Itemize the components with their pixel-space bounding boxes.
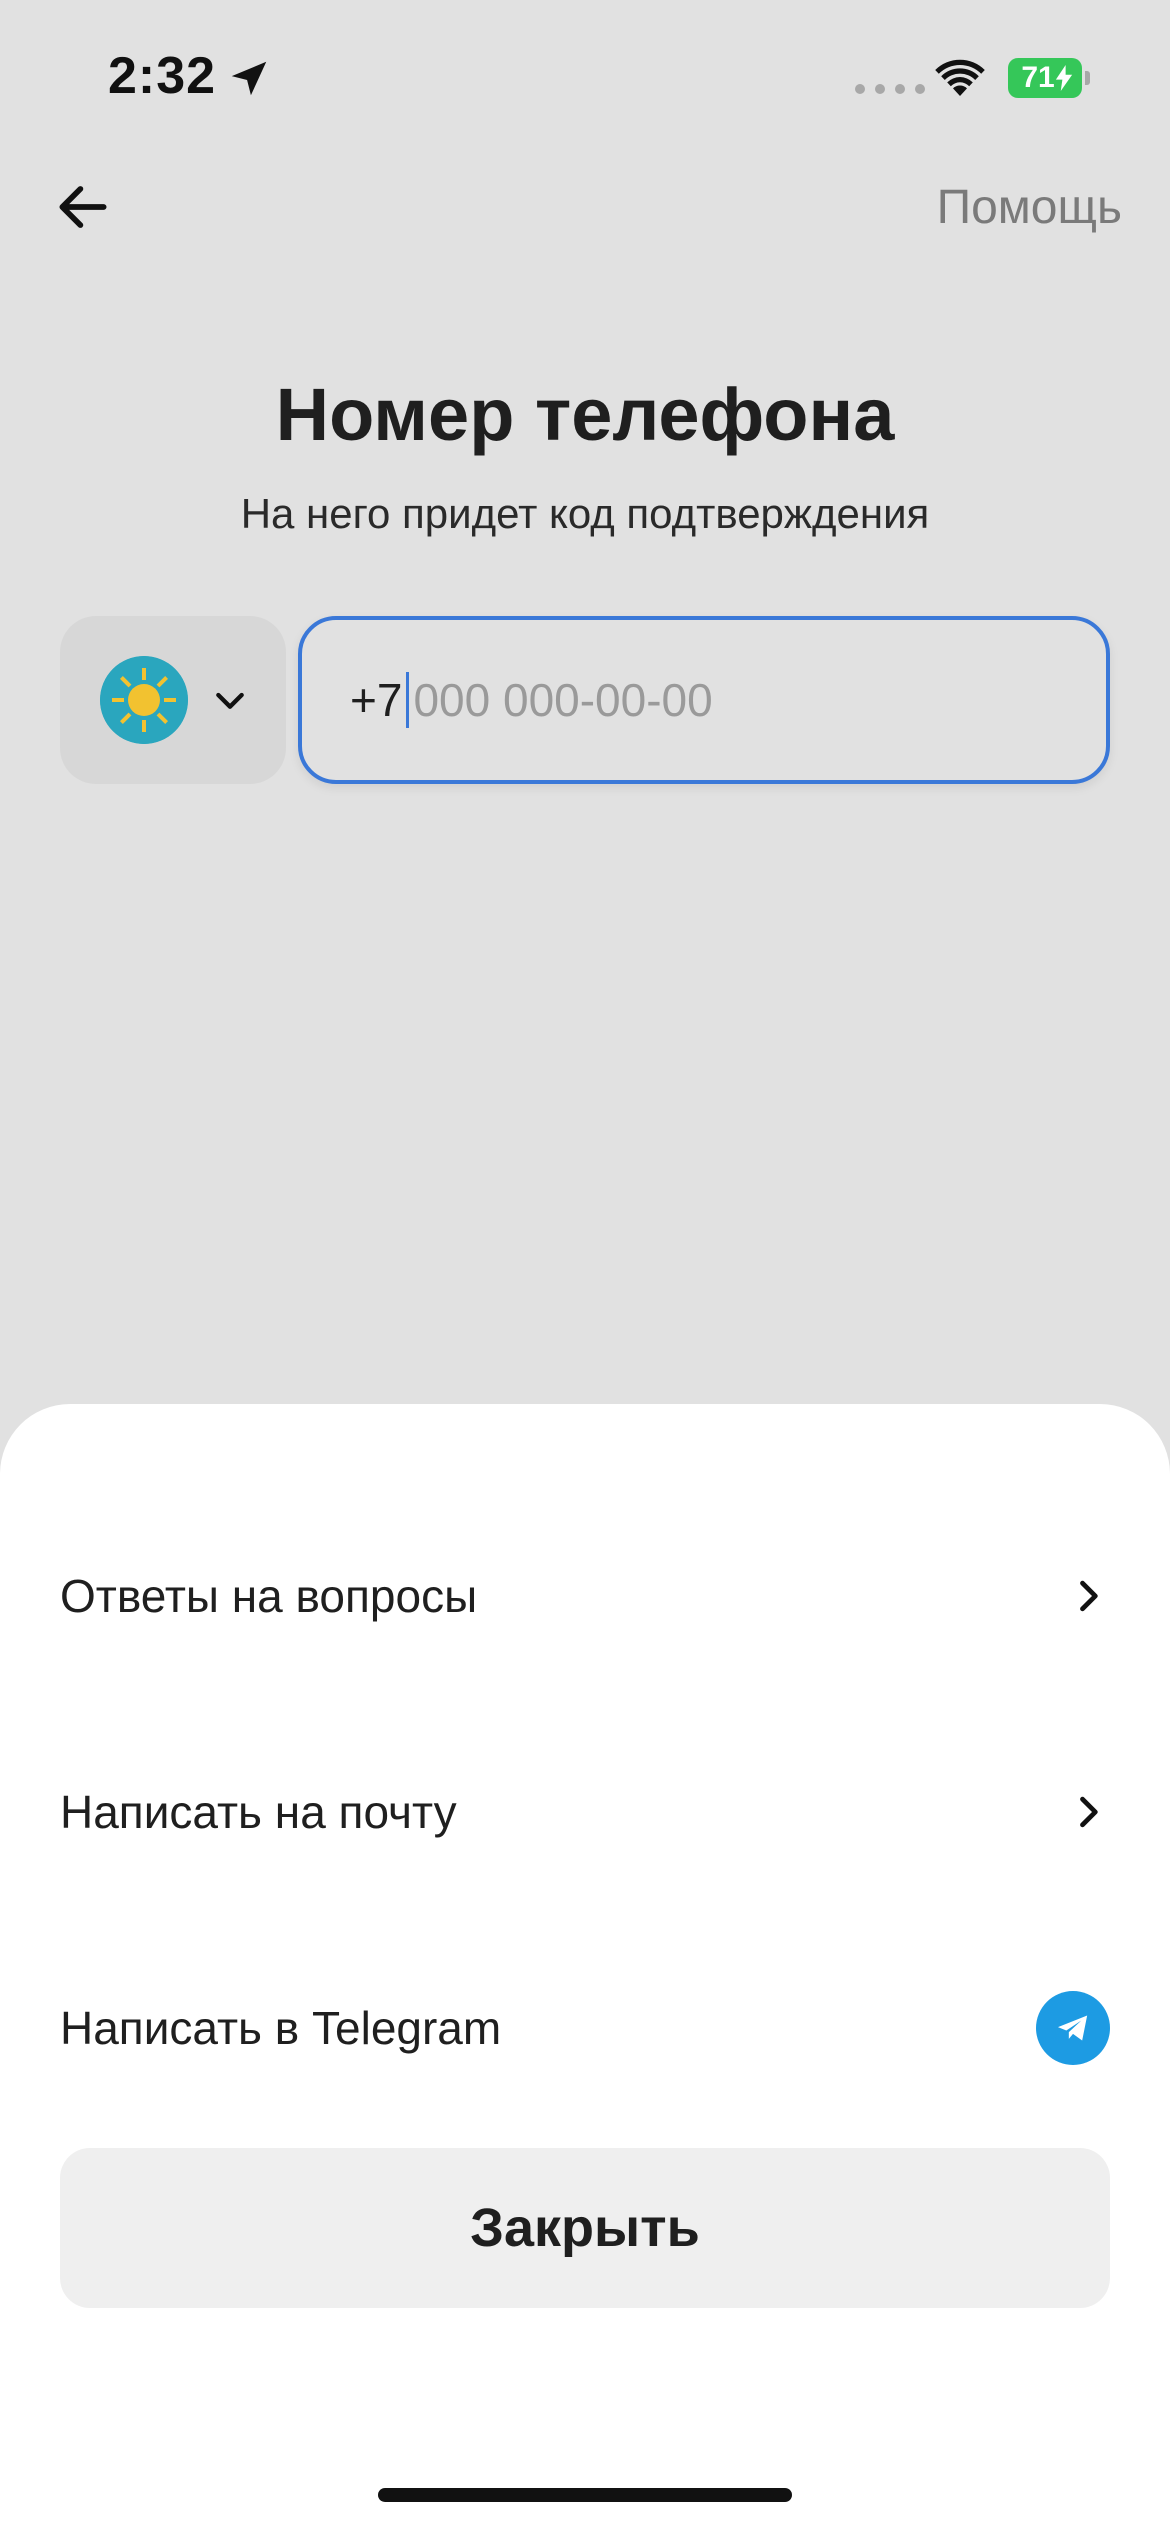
telegram-item[interactable]: Написать в Telegram	[60, 1968, 1110, 2088]
page-title: Номер телефона	[275, 373, 895, 456]
charging-bolt-icon	[1055, 65, 1072, 91]
screen: 2:32 71 Помощь Номер телефона На него пр…	[0, 0, 1170, 2532]
close-button[interactable]: Закрыть	[60, 2148, 1110, 2308]
country-selector[interactable]	[60, 616, 286, 784]
kazakhstan-flag-icon	[100, 656, 188, 744]
wifi-icon	[935, 59, 985, 96]
chevron-down-icon	[216, 692, 244, 709]
back-arrow-icon[interactable]	[52, 176, 114, 238]
chevron-right-icon	[1080, 1796, 1098, 1828]
faq-label: Ответы на вопросы	[60, 1570, 478, 1622]
phone-number-input[interactable]: +7 000 000-00-00	[298, 616, 1110, 784]
telegram-icon	[1036, 1991, 1110, 2065]
cellular-signal-icon	[855, 84, 925, 94]
chevron-right-icon	[1080, 1580, 1098, 1612]
location-arrow-icon	[231, 61, 267, 96]
text-cursor	[406, 672, 410, 728]
telegram-label: Написать в Telegram	[60, 2002, 502, 2054]
phone-prefix: +7	[350, 674, 403, 726]
email-item[interactable]: Написать на почту	[60, 1752, 1110, 1872]
phone-placeholder: 000 000-00-00	[413, 674, 713, 726]
email-label: Написать на почту	[60, 1786, 457, 1838]
battery-level: 71	[1021, 61, 1055, 94]
faq-item[interactable]: Ответы на вопросы	[60, 1536, 1110, 1656]
battery-indicator: 71	[1008, 58, 1090, 98]
status-time: 2:32	[108, 47, 217, 105]
page-subtitle: На него придет код подтверждения	[240, 490, 930, 537]
home-indicator	[378, 2488, 792, 2502]
help-link[interactable]: Помощь	[937, 180, 1122, 235]
help-bottom-sheet: Ответы на вопросы Написать на почту Напи…	[0, 1404, 1170, 2532]
